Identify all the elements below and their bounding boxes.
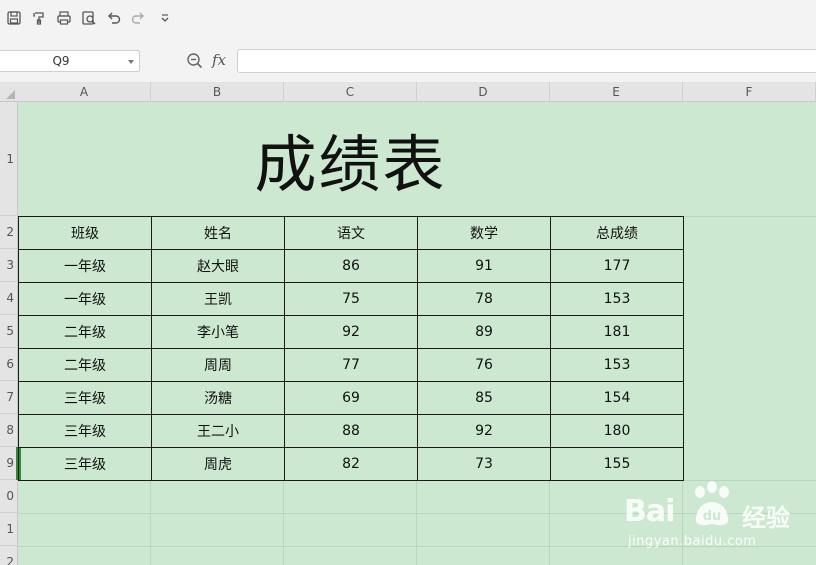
zoom-out-icon[interactable] — [186, 52, 204, 70]
table-cell[interactable]: 89 — [417, 315, 551, 349]
baidu-jingyan-watermark: Bai du 经验 jingyan.baidu.com — [624, 478, 814, 562]
table-row: 三年级 汤糖 69 85 154 — [18, 381, 684, 415]
row-header-1[interactable]: 1 — [0, 102, 17, 216]
svg-text:du: du — [703, 509, 722, 524]
name-box-value: Q9 — [52, 54, 70, 68]
table-cell[interactable]: 86 — [284, 249, 418, 283]
watermark-url: jingyan.baidu.com — [628, 534, 757, 549]
table-cell[interactable]: 92 — [284, 315, 418, 349]
row-header-7[interactable]: 7 — [0, 381, 17, 414]
column-header-a[interactable]: A — [18, 82, 151, 102]
header-cell[interactable]: 语文 — [284, 216, 418, 250]
print-icon[interactable] — [54, 8, 74, 28]
table-cell[interactable]: 三年级 — [18, 414, 152, 448]
table-cell[interactable]: 李小笔 — [151, 315, 285, 349]
table-row: 二年级 周周 77 76 153 — [18, 348, 684, 382]
table-row: 三年级 王二小 88 92 180 — [18, 414, 684, 448]
table-cell[interactable]: 153 — [550, 282, 684, 316]
table-cell[interactable]: 85 — [417, 381, 551, 415]
table-row: 一年级 王凯 75 78 153 — [18, 282, 684, 316]
table-cell[interactable]: 二年级 — [18, 315, 152, 349]
table-cell[interactable]: 一年级 — [18, 282, 152, 316]
table-cell[interactable]: 76 — [417, 348, 551, 382]
table-cell[interactable]: 153 — [550, 348, 684, 382]
row-header-4[interactable]: 4 — [0, 282, 17, 315]
column-header-row: A B C D E F — [0, 82, 816, 102]
table-cell[interactable]: 78 — [417, 282, 551, 316]
table-cell[interactable]: 180 — [550, 414, 684, 448]
table-cell[interactable]: 75 — [284, 282, 418, 316]
table-cell[interactable]: 赵大眼 — [151, 249, 285, 283]
table-cell[interactable]: 三年级 — [18, 447, 152, 481]
row-header-9[interactable]: 9 — [0, 447, 17, 480]
print-preview-icon[interactable] — [79, 8, 99, 28]
table-cell[interactable]: 一年级 — [18, 249, 152, 283]
table-cell[interactable]: 周虎 — [151, 447, 285, 481]
table-cell[interactable]: 69 — [284, 381, 418, 415]
table-cell[interactable]: 92 — [417, 414, 551, 448]
watermark-brand-right: 经验 — [742, 504, 790, 532]
column-header-f[interactable]: F — [683, 82, 816, 102]
name-box[interactable]: Q9 — [0, 50, 140, 72]
table-cell[interactable]: 王凯 — [151, 282, 285, 316]
row-header-2[interactable]: 2 — [0, 216, 17, 249]
column-header-d[interactable]: D — [417, 82, 550, 102]
undo-icon[interactable] — [104, 8, 124, 28]
column-header-b[interactable]: B — [151, 82, 284, 102]
format-painter-icon[interactable] — [29, 8, 49, 28]
quick-access-toolbar — [0, 0, 816, 38]
score-table: 班级 姓名 语文 数学 总成绩 一年级 赵大眼 86 91 177 一年级 王凯… — [18, 216, 684, 481]
table-cell[interactable]: 77 — [284, 348, 418, 382]
column-header-e[interactable]: E — [550, 82, 683, 102]
header-cell[interactable]: 数学 — [417, 216, 551, 250]
row-header-6[interactable]: 6 — [0, 348, 17, 381]
table-cell[interactable]: 82 — [284, 447, 418, 481]
customize-toolbar-icon[interactable] — [155, 8, 175, 28]
table-cell[interactable]: 73 — [417, 447, 551, 481]
row-header-8[interactable]: 8 — [0, 414, 17, 447]
column-header-c[interactable]: C — [284, 82, 417, 102]
table-cell[interactable]: 154 — [550, 381, 684, 415]
insert-function-button[interactable]: fx — [212, 49, 234, 71]
table-cell[interactable]: 88 — [284, 414, 418, 448]
save-icon[interactable] — [4, 8, 24, 28]
table-cell[interactable]: 三年级 — [18, 381, 152, 415]
row-header-5[interactable]: 5 — [0, 315, 17, 348]
table-row: 三年级 周虎 82 73 155 — [18, 447, 684, 481]
table-cell[interactable]: 汤糖 — [151, 381, 285, 415]
table-cell[interactable]: 周周 — [151, 348, 285, 382]
redo-icon[interactable] — [128, 8, 148, 28]
formula-bar: Q9 fx — [0, 38, 816, 82]
table-row: 二年级 李小笔 92 89 181 — [18, 315, 684, 349]
table-cell[interactable]: 91 — [417, 249, 551, 283]
row-header-12[interactable]: 2 — [0, 546, 17, 565]
select-all-icon — [6, 90, 15, 99]
chevron-down-icon[interactable] — [128, 60, 134, 64]
table-header-row: 班级 姓名 语文 数学 总成绩 — [18, 216, 684, 250]
row-header-11[interactable]: 1 — [0, 513, 17, 546]
paw-icon: du — [686, 478, 738, 530]
select-all-corner[interactable] — [0, 82, 18, 102]
row-header-column: 1 2 3 4 5 6 7 8 9 0 1 2 — [0, 102, 18, 565]
table-cell[interactable]: 二年级 — [18, 348, 152, 382]
formula-input[interactable] — [237, 49, 816, 73]
table-cell[interactable]: 王二小 — [151, 414, 285, 448]
row-header-10[interactable]: 0 — [0, 480, 17, 513]
active-row-marker — [16, 447, 18, 480]
sheet-title-cell[interactable]: 成绩表 — [18, 102, 683, 216]
watermark-brand-left: Bai — [624, 494, 675, 529]
row-header-3[interactable]: 3 — [0, 249, 17, 282]
header-cell[interactable]: 班级 — [18, 216, 152, 250]
table-cell[interactable]: 181 — [550, 315, 684, 349]
table-cell[interactable]: 155 — [550, 447, 684, 481]
header-cell[interactable]: 总成绩 — [550, 216, 684, 250]
table-cell[interactable]: 177 — [550, 249, 684, 283]
header-cell[interactable]: 姓名 — [151, 216, 285, 250]
table-row: 一年级 赵大眼 86 91 177 — [18, 249, 684, 283]
